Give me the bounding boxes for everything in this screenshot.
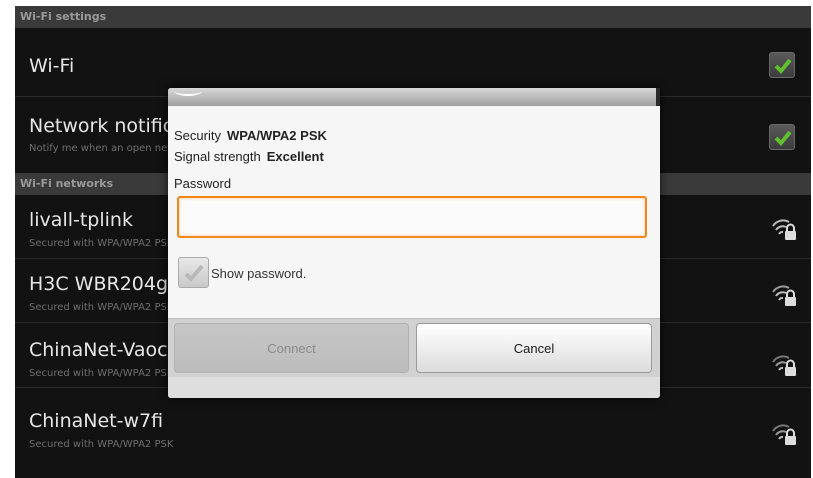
wifi-lock-icon — [772, 424, 796, 445]
signal-info: Signal strength Excellent — [174, 149, 324, 164]
password-input[interactable] — [177, 196, 647, 238]
network-notification-checkbox[interactable] — [769, 124, 795, 150]
connect-button[interactable]: Connect — [174, 323, 409, 373]
checkmark-icon — [774, 130, 792, 146]
security-label: Security — [174, 128, 221, 143]
signal-label: Signal strength — [174, 149, 261, 164]
security-value: WPA/WPA2 PSK — [226, 128, 327, 143]
network-name: ChinaNet-Vaoc — [29, 339, 168, 361]
signal-value: Excellent — [266, 149, 324, 164]
network-name: H3C WBR204g — [29, 273, 169, 295]
wifi-lock-icon — [772, 219, 796, 240]
network-security: Secured with WPA/WPA2 PSK — [29, 368, 174, 379]
network-name: ChinaNet-w7fi — [29, 410, 164, 432]
wifi-checkbox[interactable] — [769, 52, 795, 78]
show-password-label[interactable]: Show password. — [211, 266, 306, 281]
checkmark-icon — [774, 58, 792, 74]
network-name: livall-tplink — [29, 209, 133, 231]
wifi-toggle-row[interactable]: Wi-Fi — [15, 28, 811, 96]
cancel-button[interactable]: Cancel — [416, 323, 652, 373]
network-security: Secured with WPA/WPA2 PSK — [29, 439, 174, 450]
network-security: Secured with WPA/WPA2 PSK — [29, 302, 174, 313]
network-security: Secured with WPA/WPA2 PSK — [29, 238, 174, 249]
dialog-bottom — [168, 377, 660, 398]
wifi-lock-icon — [772, 285, 796, 306]
dialog-title-bar — [168, 88, 660, 106]
connect-dialog: Security WPA/WPA2 PSK Signal strength Exce… — [168, 88, 660, 398]
dialog-button-bar: Connect Cancel — [168, 318, 660, 377]
checkmark-icon — [184, 264, 204, 282]
wifi-lock-icon — [772, 355, 796, 376]
password-label: Password — [174, 176, 232, 191]
wifi-settings-header: Wi-Fi settings — [15, 6, 811, 28]
show-password-checkbox[interactable] — [178, 257, 209, 288]
wifi-title: Wi-Fi — [29, 55, 75, 77]
security-info: Security WPA/WPA2 PSK — [174, 128, 327, 143]
